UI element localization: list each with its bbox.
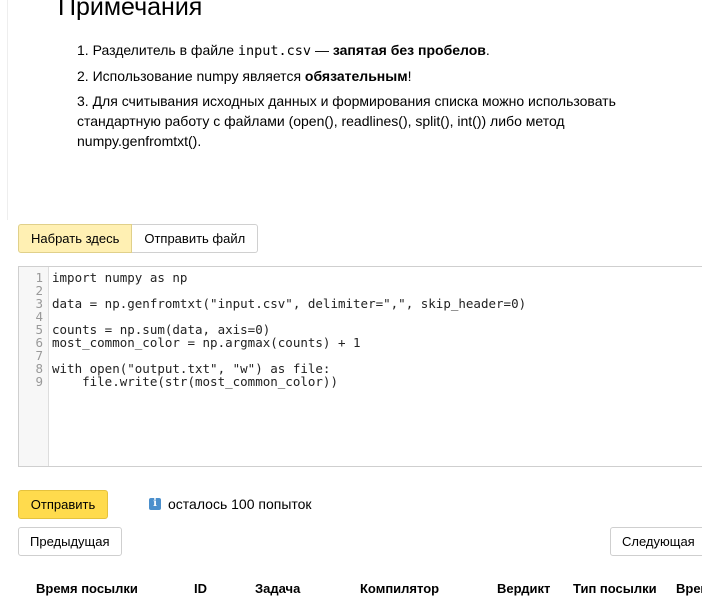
code-line[interactable]: 1 import numpy as np	[19, 271, 702, 284]
attempts-remaining: осталось 100 попыток	[168, 496, 312, 512]
code-lines: 1 import numpy as np 2 3 data = np.genfromtx…	[19, 271, 702, 388]
note-number: 1.	[77, 42, 89, 58]
tab-type-here[interactable]: Набрать здесь	[18, 224, 133, 253]
left-divider	[7, 0, 8, 220]
note-bold: запятая без пробелов	[332, 42, 486, 58]
attempts-info: i осталось 100 попыток	[149, 495, 312, 513]
column-header-type[interactable]: Тип посылки	[573, 580, 657, 598]
column-header-time2[interactable]: Врем	[676, 580, 702, 598]
code-line[interactable]: 9 file.write(str(most_common_color))	[19, 375, 702, 388]
info-icon: i	[149, 498, 161, 510]
note-bold: обязательным	[304, 68, 408, 84]
column-header-task[interactable]: Задача	[255, 580, 300, 598]
line-number: 9	[35, 374, 43, 389]
code-text: most_common_color = np.argmax(counts) + …	[52, 335, 361, 350]
code-text: import numpy as np	[52, 270, 188, 285]
submissions-table-header: Время посылки ID Задача Компилятор Верди…	[0, 580, 702, 598]
code-text: file.write(str(most_common_color))	[52, 374, 338, 389]
column-header-compiler[interactable]: Компилятор	[360, 580, 439, 598]
note-text: Использование numpy является	[92, 68, 305, 84]
note-text: .	[485, 42, 490, 58]
note-text: Для считывания исходных данных и формиро…	[77, 93, 616, 149]
note-number: 2.	[77, 68, 89, 84]
code-text: data = np.genfromtxt("input.csv", delimi…	[52, 296, 527, 311]
note-item-2: 2. Использование numpy является обязател…	[77, 66, 637, 86]
note-item-1: 1. Разделитель в файле input.csv — запят…	[77, 40, 637, 61]
column-header-time[interactable]: Время посылки	[36, 580, 138, 598]
notes-title: Примечания	[58, 0, 203, 21]
tab-upload-file[interactable]: Отправить файл	[132, 224, 259, 253]
column-header-id[interactable]: ID	[194, 580, 207, 598]
note-text: !	[407, 68, 412, 84]
notes-list: 1. Разделитель в файле input.csv — запят…	[77, 40, 637, 156]
note-text: Разделитель в файле	[92, 42, 238, 58]
previous-button[interactable]: Предыдущая	[18, 527, 122, 556]
note-code: input.csv	[237, 43, 312, 59]
note-number: 3.	[77, 93, 89, 109]
code-line[interactable]: 3 data = np.genfromtxt("input.csv", delim…	[19, 297, 702, 310]
column-header-verdict[interactable]: Вердикт	[497, 580, 550, 598]
input-mode-tabs: Набрать здесь Отправить файл	[18, 224, 259, 253]
submit-button[interactable]: Отправить	[18, 490, 108, 519]
note-text: —	[311, 42, 333, 58]
next-button[interactable]: Следующая	[610, 527, 702, 556]
code-line[interactable]: 6 most_common_color = np.argmax(counts) +…	[19, 336, 702, 349]
code-editor[interactable]: 1 import numpy as np 2 3 data = np.genfromtx…	[18, 266, 702, 467]
note-item-3: 3. Для считывания исходных данных и форм…	[77, 91, 637, 151]
